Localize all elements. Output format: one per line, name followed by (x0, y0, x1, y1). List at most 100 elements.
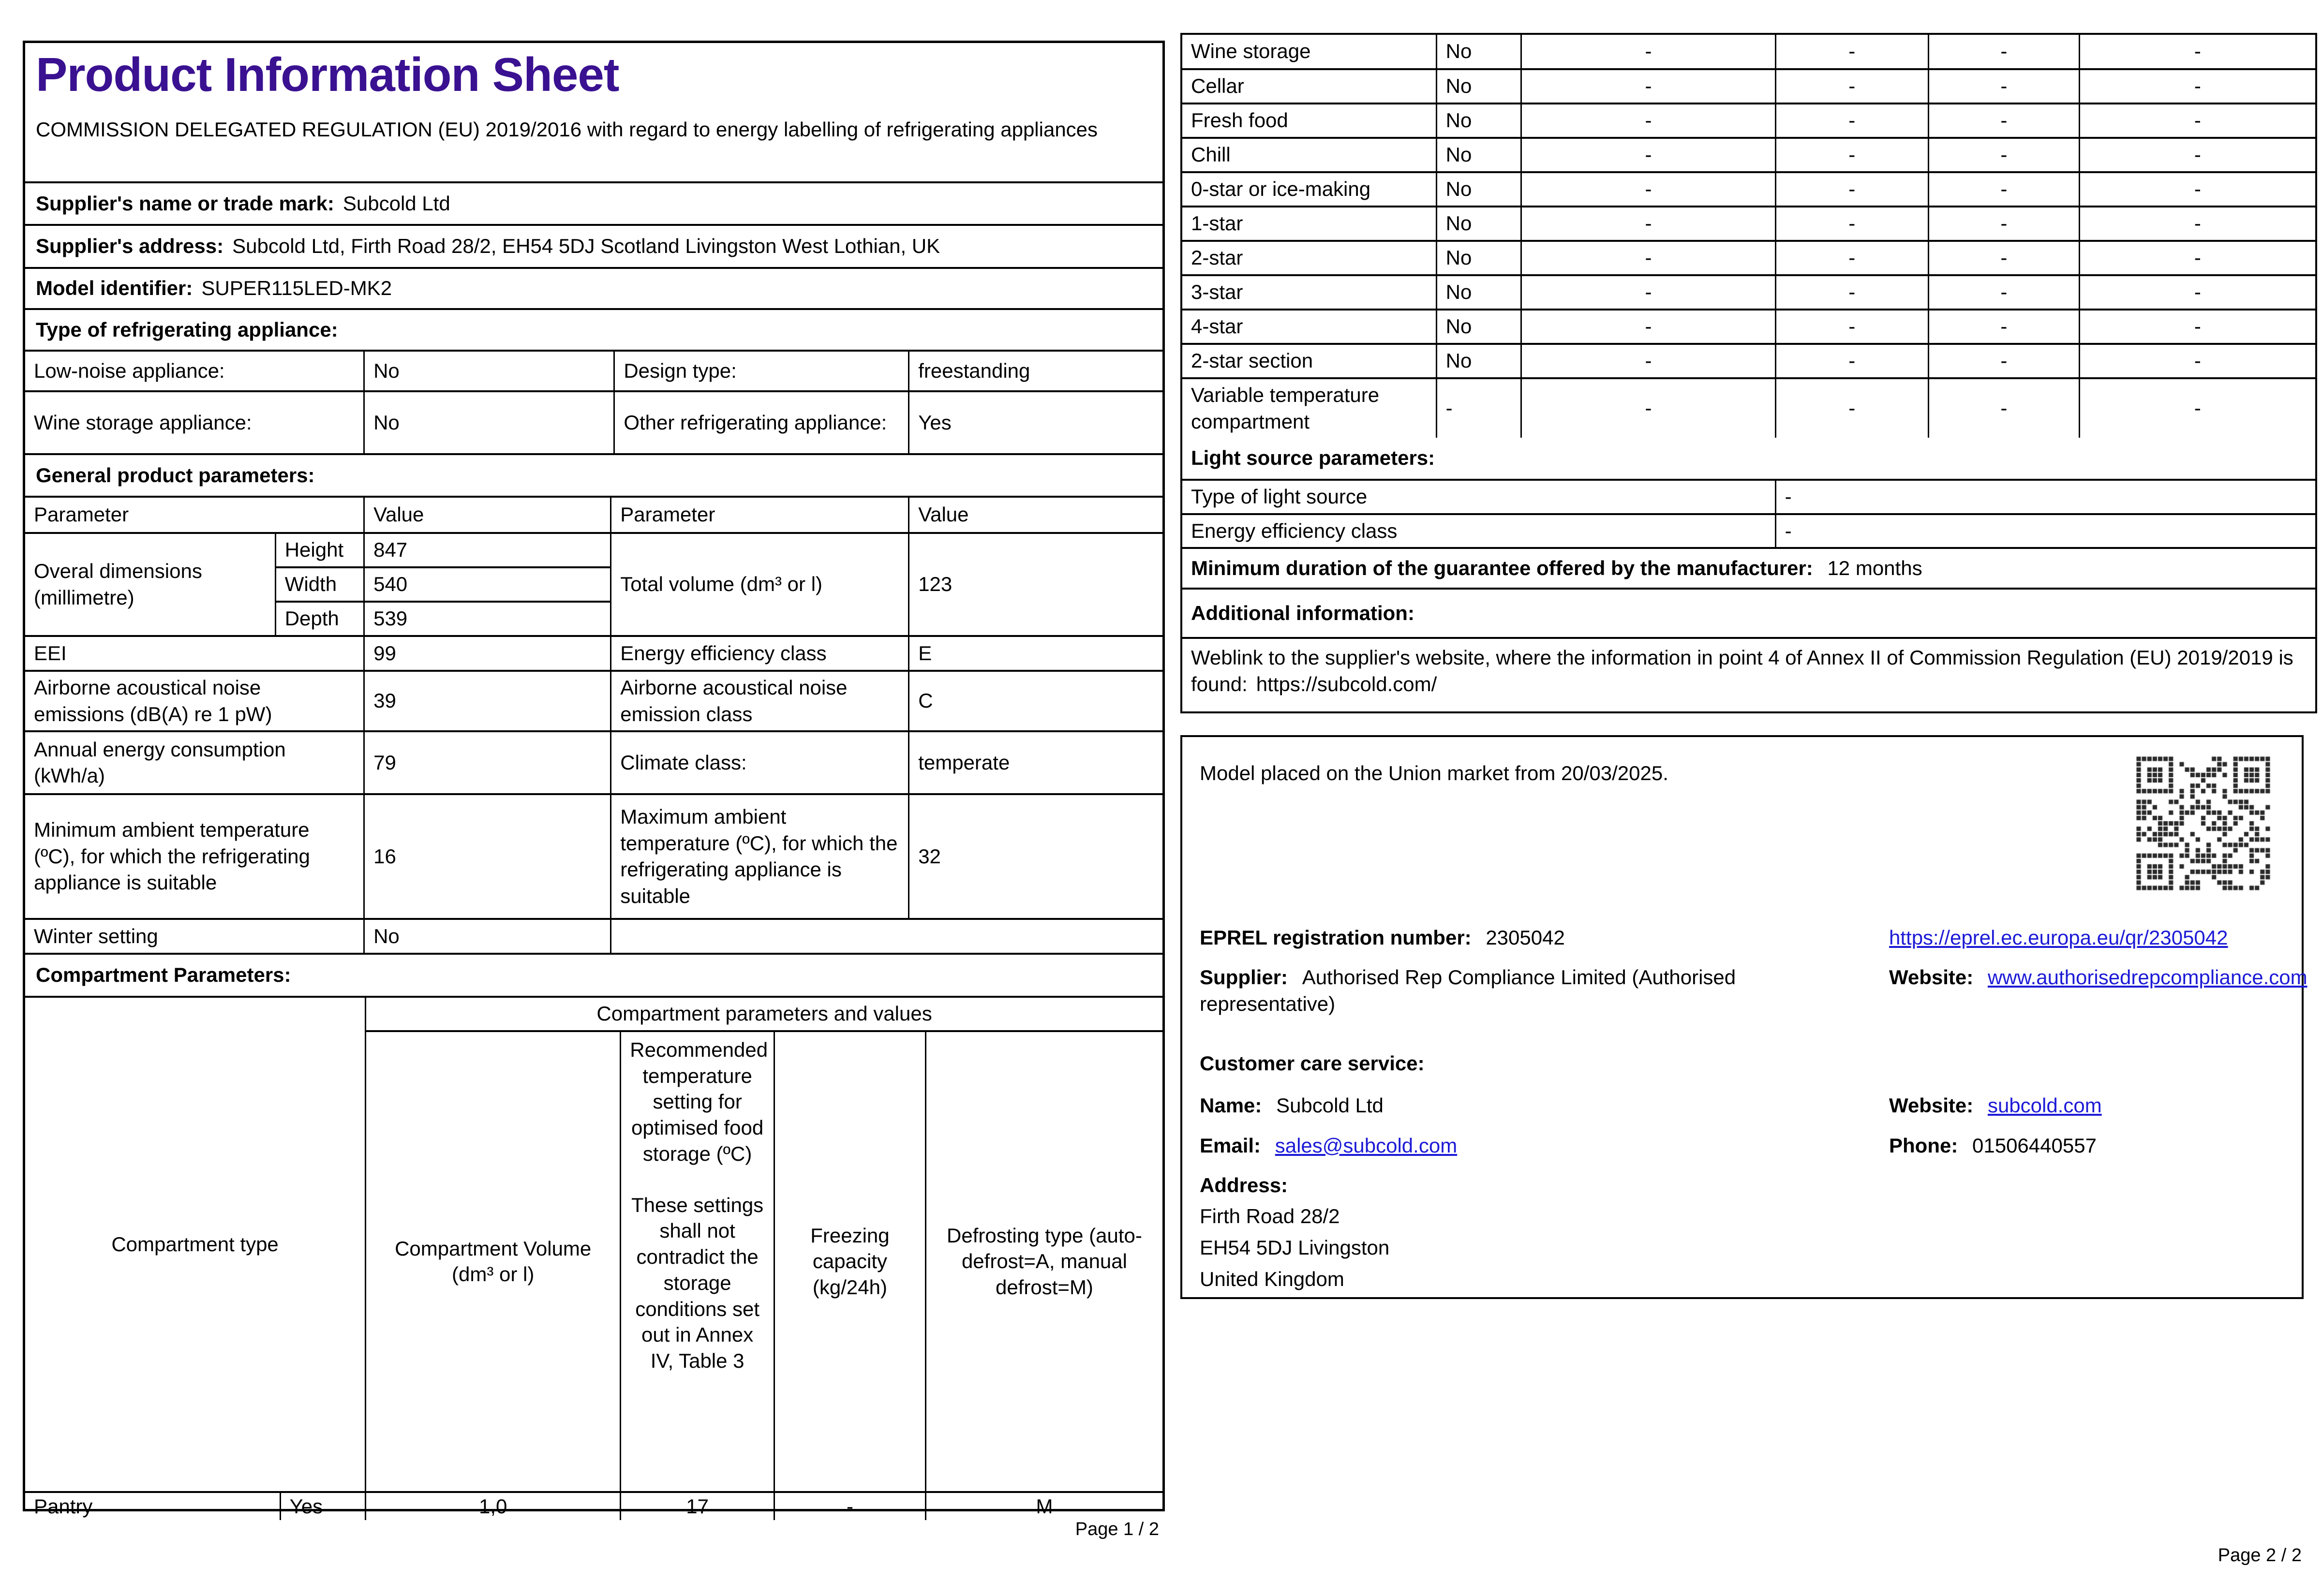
table-row: Variable temperature compartment - - - -… (1182, 377, 2315, 438)
light-class-label: Energy efficiency class (1182, 513, 1776, 548)
compartment-temp: 17 (620, 1491, 775, 1520)
email-link[interactable]: sales@subcold.com (1275, 1134, 1457, 1157)
total-volume-label: Total volume (dm³ or l) (610, 532, 910, 636)
dash-cell: - (1774, 68, 1930, 103)
dash-cell: - (2078, 171, 2315, 207)
cell-label: Low-noise appliance: (25, 350, 365, 391)
dash-cell: - (1520, 103, 1776, 138)
dash-cell: - (1520, 137, 1776, 172)
row-value: No (1435, 240, 1522, 275)
row-label: 4-star (1182, 309, 1437, 344)
table-row: Energy efficiency class - (1182, 513, 2315, 548)
row-value: No (1435, 171, 1522, 207)
dash-cell: - (1928, 68, 2080, 103)
dash-cell: - (1774, 206, 1930, 241)
row-value: No (1435, 35, 1522, 69)
row-label: Fresh food (1182, 103, 1437, 138)
col-header: Value (908, 496, 1162, 533)
dash-cell: - (1774, 35, 1930, 69)
light-class-value: - (1774, 513, 2315, 548)
noise-class-label: Airborne acoustical noise emission class (610, 669, 910, 732)
table-row: Low-noise appliance: No Design type: fre… (25, 350, 1162, 391)
dash-cell: - (1928, 274, 2080, 310)
supplier-website-link[interactable]: www.authorisedrepcompliance.com (1988, 966, 2307, 989)
website-label: Website: (1889, 966, 1974, 989)
supplier-address-row: Supplier's address: Subcold Ltd, Firth R… (25, 224, 1162, 267)
table-header-row: Compartment type Compartment parameters … (25, 996, 1162, 1492)
row-label: Variable temperature compartment (1182, 377, 1437, 438)
dim-depth-value: 539 (363, 601, 611, 636)
eprel-link[interactable]: https://eprel.ec.europa.eu/qr/2305042 (1889, 926, 2228, 949)
weblink-url: https://subcold.com/ (1256, 672, 1437, 695)
merged-header: Compartment parameters and values (365, 996, 1162, 1031)
page2-compartment-table: Wine storage No - - - - Cellar No - - - … (1180, 33, 2317, 714)
compartment-volume: 1,0 (365, 1491, 622, 1520)
general-parameters-table: Parameter Value Parameter Value Overal d… (25, 496, 1162, 953)
dash-cell: - (2078, 35, 2315, 69)
dash-cell: - (1520, 309, 1776, 344)
row-label: 2-star (1182, 240, 1437, 275)
dash-cell: - (2078, 377, 2315, 438)
regulation-subtitle: COMMISSION DELEGATED REGULATION (EU) 201… (36, 118, 1098, 141)
dash-cell: - (2078, 274, 2315, 310)
supplier-row: Supplier: Authorised Rep Compliance Limi… (1200, 964, 2307, 1017)
cell-label: Other refrigerating appliance: (613, 390, 910, 453)
dash-cell: - (1774, 274, 1930, 310)
dash-cell: - (1774, 309, 1930, 344)
customer-care-header: Customer care service: (1200, 1052, 1425, 1075)
address-label: Address: (1200, 1174, 1288, 1197)
min-temp-value: 16 (363, 793, 612, 919)
table-row-pantry: Pantry Yes 1,0 17 - M (25, 1491, 1162, 1520)
dash-cell: - (2078, 343, 2315, 378)
table-row: Overal dimensions (millimetre) Height 84… (25, 532, 1162, 636)
dash-cell: - (1774, 343, 1930, 378)
dash-cell: - (2078, 68, 2315, 103)
eei-label: EEI (25, 635, 365, 671)
row-value: No (1435, 206, 1522, 241)
cell-value: No (363, 350, 615, 391)
supplier-address-value: Subcold Ltd, Firth Road 28/2, EH54 5DJ S… (232, 235, 940, 258)
eprel-value: 2305042 (1486, 926, 1565, 949)
supplier-address-label: Supplier's address: (36, 235, 224, 258)
table-row: Annual energy consumption (kWh/a) 79 Cli… (25, 730, 1162, 795)
eec-label: Energy efficiency class (610, 635, 910, 671)
dash-cell: - (1928, 171, 2080, 207)
table-row: 1-star No - - - - (1182, 206, 2315, 241)
table-row: 2-star No - - - - (1182, 240, 2315, 275)
col-header: Value (363, 496, 612, 533)
dash-cell: - (1928, 309, 2080, 344)
care-name-row: Name: Subcold Ltd Website: subcold.com (1200, 1093, 2288, 1119)
col-header-temperature: Recommended temperature setting for opti… (620, 1030, 775, 1492)
care-website-link[interactable]: subcold.com (1988, 1094, 2102, 1117)
dimensions-label: Overal dimensions (millimetre) (25, 532, 276, 636)
dash-cell: - (1774, 103, 1930, 138)
cell-value: Yes (908, 390, 1162, 453)
dash-cell: - (1520, 35, 1776, 69)
dim-depth-label: Depth (275, 601, 365, 636)
energy-value: 79 (363, 730, 612, 795)
table-row: Winter setting No (25, 918, 1162, 953)
dash-cell: - (1774, 171, 1930, 207)
compartment-table: Compartment type Compartment parameters … (25, 996, 1162, 1520)
max-temp-label: Maximum ambient temperature (ºC), for wh… (610, 793, 910, 919)
table-row: Chill No - - - - (1182, 137, 2315, 172)
table-header-row: Parameter Value Parameter Value (25, 496, 1162, 533)
min-temp-label: Minimum ambient temperature (ºC), for wh… (25, 793, 365, 919)
phone-label: Phone: (1889, 1134, 1958, 1157)
eec-value: E (908, 635, 1162, 671)
dim-height-value: 847 (363, 532, 612, 567)
row-label: 2-star section (1182, 343, 1437, 378)
page2-footer: Page 2 / 2 (2218, 1545, 2302, 1566)
dash-cell: - (1520, 206, 1776, 241)
dash-cell: - (1774, 240, 1930, 275)
dash-cell: - (1928, 35, 2080, 69)
dash-cell: - (2078, 309, 2315, 344)
dash-cell: - (1520, 171, 1776, 207)
cell-label: Wine storage appliance: (25, 390, 365, 453)
type-section-header: Type of refrigerating appliance: (25, 308, 1162, 350)
guarantee-value: 12 months (1827, 557, 1922, 580)
light-type-value: - (1774, 479, 2315, 514)
dash-cell: - (1520, 68, 1776, 103)
col-header: Parameter (25, 496, 365, 533)
supplier-name-label: Supplier's name or trade mark: (36, 192, 334, 215)
